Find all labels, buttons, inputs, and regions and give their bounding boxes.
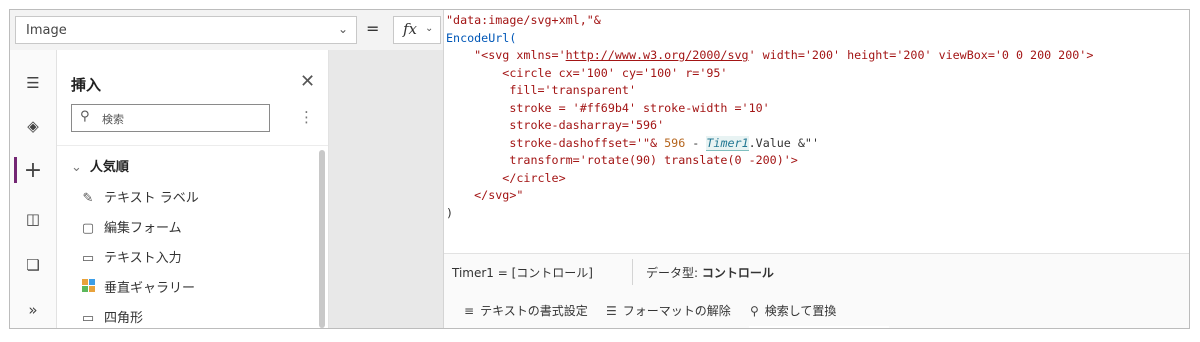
item-label: 編集フォーム [104, 221, 182, 236]
item-label: 四角形 [104, 311, 144, 326]
code-operator: - [685, 135, 707, 150]
tool-label: テキストの書式設定 [480, 304, 588, 318]
property-dropdown[interactable]: Image ⌄ [15, 16, 357, 44]
label-icon: ✎ [82, 191, 94, 206]
tool-label: 検索して置換 [764, 304, 837, 318]
code-line: fill='transparent' [446, 83, 636, 97]
code-line: stroke = '#ff69b4' stroke-width ='10' [446, 100, 770, 115]
search-placeholder: 検索 [102, 113, 124, 126]
datatype-value: コントロール [701, 266, 774, 280]
code-line: ' width='200' height='200' viewBox='0 0 … [748, 48, 1094, 62]
formula-toolbar: ≡ テキストの書式設定 ☰ フォーマットの解除 ⚲ 検索して置換 [444, 290, 1189, 328]
search-icon: ⚲ [80, 109, 90, 124]
list-item[interactable]: ▭ テキスト入力 [81, 247, 182, 266]
fx-label: fx [403, 20, 418, 38]
property-value: Image [26, 23, 67, 38]
equals-sign: = [366, 19, 380, 38]
search-input[interactable]: ⚲ 検索 [71, 104, 270, 132]
code-line: transform='rotate(90) translate(0 -200)'… [446, 153, 798, 167]
format-text-button[interactable]: ≡ テキストの書式設定 [464, 302, 588, 319]
code-line: EncodeUrl( [446, 30, 517, 45]
list-item[interactable]: ▭ 四角形 [81, 307, 143, 326]
divider [632, 259, 633, 285]
item-label: テキスト入力 [104, 251, 182, 266]
scrollbar[interactable] [319, 150, 325, 328]
active-indicator [14, 157, 17, 183]
text-input-icon: ▭ [81, 251, 95, 266]
code-line: ) [446, 205, 454, 220]
code-line: <circle cx='100' cy='100' r='95' [446, 65, 728, 80]
gallery-icon [81, 279, 95, 296]
status-expression: Timer1 = [コントロール] [452, 266, 593, 280]
list-item[interactable]: 垂直ギャラリー [81, 277, 195, 296]
status-datatype: データ型: コントロール [646, 264, 774, 281]
remove-format-icon: ☰ [606, 304, 617, 318]
code-token-timer1[interactable]: Timer1 [706, 135, 749, 151]
list-item[interactable]: ▢ 編集フォーム [81, 217, 182, 236]
left-rail: ☰ ◈ + ◫ ❏ » [10, 50, 57, 328]
item-label: 垂直ギャラリー [104, 281, 196, 296]
category-label: 人気順 [89, 160, 129, 175]
find-replace-button[interactable]: ⚲ 検索して置換 [750, 302, 836, 319]
code-number: 596 [664, 135, 686, 150]
remove-format-button[interactable]: ☰ フォーマットの解除 [606, 302, 731, 319]
code-line: </svg>" [446, 188, 524, 202]
chevron-down-icon: ⌄ [337, 22, 348, 36]
data-icon[interactable]: ◫ [10, 204, 56, 234]
formula-editor[interactable]: "data:image/svg+xml,"& EncodeUrl( "<svg … [444, 10, 1189, 253]
code-url[interactable]: http://www.w3.org/2000/svg [566, 48, 749, 62]
formula-topbar: Image ⌄ = fx ⌄ [10, 10, 444, 51]
code-line: "<svg xmlns=' [446, 48, 566, 62]
fx-button[interactable]: fx ⌄ [393, 16, 441, 44]
code-line: stroke-dashoffset='"& [446, 135, 665, 150]
media-icon[interactable]: ❏ [10, 250, 56, 280]
layers-icon[interactable]: ◈ [10, 111, 56, 141]
close-icon[interactable]: ✕ [300, 71, 315, 92]
search-replace-icon: ⚲ [750, 304, 759, 318]
advanced-tools-icon[interactable]: » [10, 295, 56, 325]
chevron-down-icon: ⌄ [71, 160, 82, 175]
more-options-icon[interactable]: ⋮ [299, 108, 314, 126]
code-line: "data:image/svg+xml,"& [446, 13, 601, 27]
status-bar: Timer1 = [コントロール] データ型: コントロール [444, 253, 1189, 291]
tool-label: フォーマットの解除 [622, 304, 731, 318]
divider [57, 145, 328, 146]
chevron-down-icon: ⌄ [425, 23, 434, 34]
item-label: テキスト ラベル [104, 191, 199, 206]
category-popular[interactable]: ⌄ 人気順 [71, 156, 129, 175]
code-text[interactable]: "data:image/svg+xml,"& EncodeUrl( "<svg … [446, 12, 1093, 222]
code-line: </circle> [446, 170, 566, 185]
toolbar-highlight [749, 326, 889, 328]
datatype-label: データ型: [646, 266, 702, 280]
panel-title: 挿入 [71, 76, 102, 94]
insert-panel: 挿入 ✕ ⚲ 検索 ⋮ ⌄ 人気順 ✎ テキスト ラベル ▢ 編集フォーム ▭ テキスト… [57, 50, 329, 328]
rectangle-icon: ▭ [81, 311, 95, 326]
code-line: .Value &"' [748, 135, 819, 150]
list-item[interactable]: ✎ テキスト ラベル [81, 187, 199, 206]
hamburger-icon[interactable]: ☰ [10, 68, 56, 98]
code-line: stroke-dasharray='596' [446, 118, 665, 132]
app-frame: Image ⌄ = fx ⌄ ☰ ◈ + ◫ ❏ » 挿入 ✕ ⚲ 検索 ⋮ ⌄… [9, 9, 1190, 329]
canvas-area [329, 50, 443, 328]
edit-form-icon: ▢ [81, 221, 95, 236]
text-format-icon: ≡ [464, 304, 475, 318]
